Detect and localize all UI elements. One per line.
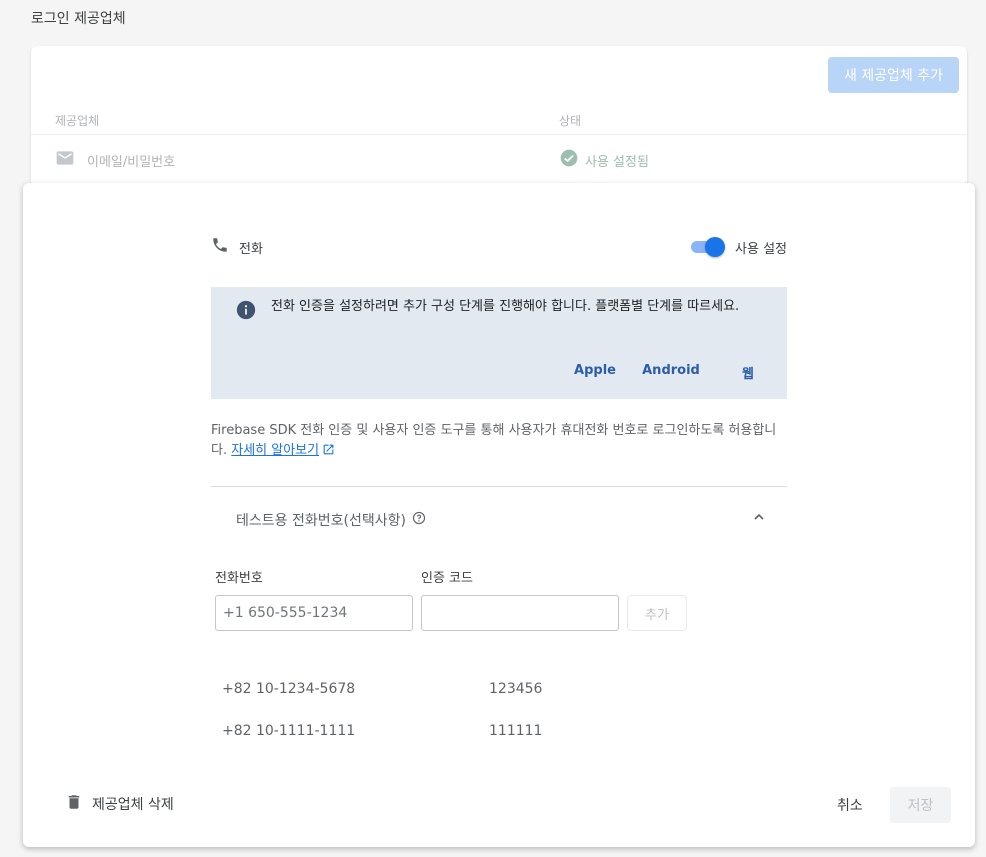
section-title: 로그인 제공업체 [31, 11, 126, 27]
provider-edit-panel: 전화 사용 설정 전화 인증을 설정하려면 추가 구성 단계를 진행해야 합니다… [23, 183, 975, 847]
test-code: 111111 [489, 723, 543, 739]
description: Firebase SDK 전화 인증 및 사용자 인증 도구를 통해 사용자가 … [211, 421, 787, 461]
code-label: 인증 코드 [421, 571, 473, 586]
help-icon[interactable] [412, 511, 426, 529]
delete-provider-label: 제공업체 삭제 [92, 797, 174, 813]
delete-provider-button[interactable]: 제공업체 삭제 [65, 792, 174, 816]
section-divider [211, 486, 787, 487]
add-button[interactable]: 추가 [627, 595, 687, 631]
column-header-provider: 제공업체 [55, 114, 100, 128]
test-numbers-expander[interactable]: 테스트용 전화번호(선택사항) [211, 505, 787, 535]
code-input[interactable] [421, 595, 619, 631]
status-text: 사용 설정됨 [585, 154, 649, 170]
add-provider-button[interactable]: 새 제공업체 추가 [827, 57, 959, 93]
platform-links: Apple Android 웹 [557, 363, 787, 383]
check-circle-icon [559, 148, 579, 172]
save-button[interactable]: 저장 [890, 787, 951, 823]
table-row[interactable]: 이메일/비밀번호 [55, 148, 175, 172]
provider-title: 전화 [239, 241, 263, 257]
test-phone: +82 10-1111-1111 [222, 723, 356, 739]
chevron-up-icon[interactable] [751, 509, 767, 525]
header-divider [31, 134, 967, 135]
link-apple[interactable]: Apple [557, 363, 633, 383]
link-web[interactable]: 웹 [709, 363, 787, 383]
column-header-status: 상태 [559, 114, 582, 128]
info-banner: 전화 인증을 설정하려면 추가 구성 단계를 진행해야 합니다. 플랫폼별 단계… [211, 287, 787, 399]
info-text: 전화 인증을 설정하려면 추가 구성 단계를 진행해야 합니다. 플랫폼별 단계… [271, 299, 740, 314]
link-android[interactable]: Android [633, 363, 709, 383]
test-code: 123456 [489, 681, 543, 697]
phone-icon [211, 236, 229, 258]
external-link-icon [323, 444, 334, 455]
email-icon [55, 148, 75, 172]
info-icon [236, 300, 256, 320]
learn-more-link[interactable]: 자세히 알아보기 [231, 443, 335, 458]
test-numbers-title: 테스트용 전화번호(선택사항) [236, 513, 406, 529]
test-phone: +82 10-1234-5678 [222, 681, 356, 697]
enable-toggle-label: 사용 설정 [735, 241, 787, 257]
enable-toggle[interactable] [691, 237, 726, 257]
cancel-button[interactable]: 취소 [827, 787, 873, 823]
provider-header: 전화 사용 설정 [211, 235, 787, 259]
trash-icon [65, 792, 83, 816]
phone-label: 전화번호 [215, 571, 263, 586]
status-cell: 사용 설정됨 [559, 148, 649, 172]
provider-name: 이메일/비밀번호 [87, 154, 176, 170]
phone-input[interactable] [215, 595, 413, 631]
